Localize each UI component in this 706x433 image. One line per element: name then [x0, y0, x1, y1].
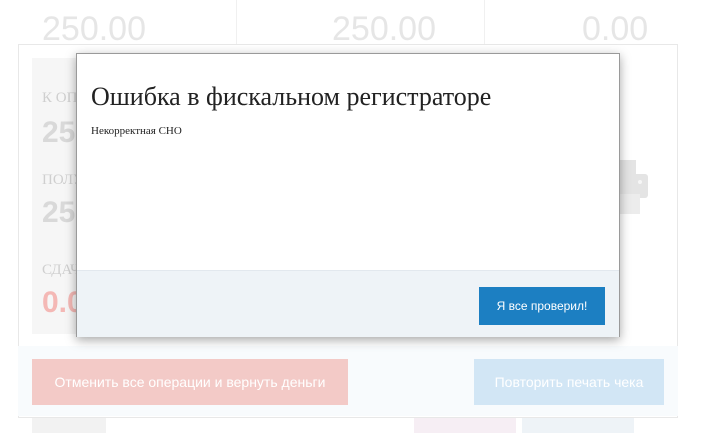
fiscal-error-dialog: Ошибка в фискальном регистраторе Некорре… — [76, 53, 620, 337]
bottom-tab — [522, 418, 634, 433]
dialog-footer: Я все проверил! — [77, 270, 619, 337]
cancel-all-operations-button[interactable]: Отменить все операции и вернуть деньги — [32, 359, 348, 405]
reprint-receipt-button[interactable]: Повторить печать чека — [474, 359, 664, 405]
bottom-tab — [414, 418, 516, 433]
dialog-title: Ошибка в фискальном регистраторе — [91, 82, 492, 111]
bottom-tab — [32, 418, 106, 433]
dialog-message: Некорректная СНО — [91, 125, 182, 137]
divider — [484, 0, 485, 44]
confirm-checked-button[interactable]: Я все проверил! — [479, 287, 605, 325]
totals-bar: 250.00 250.00 0.00 — [0, 0, 706, 48]
divider — [236, 0, 237, 44]
